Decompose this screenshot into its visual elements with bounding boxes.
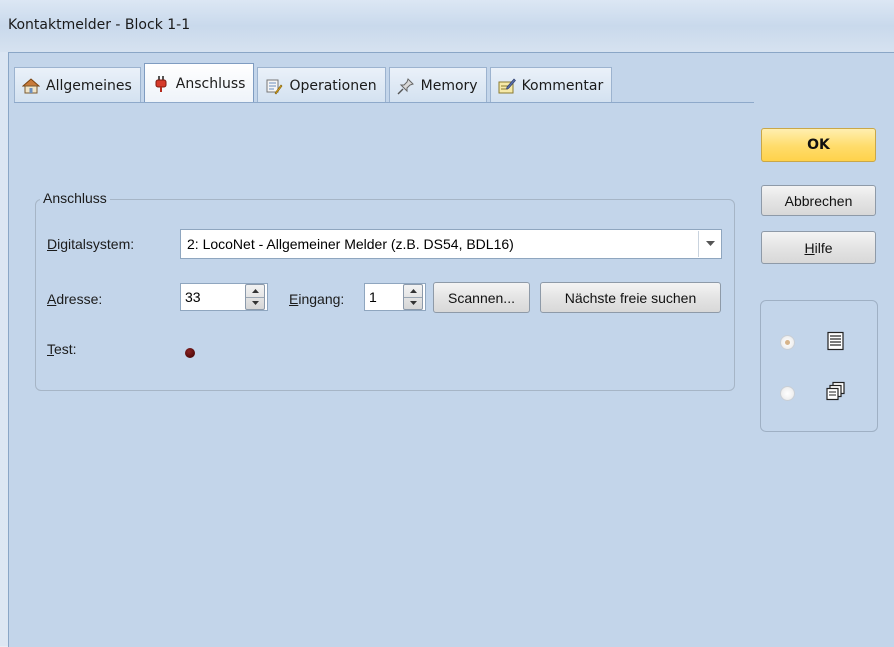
adresse-label: Adresse: (47, 291, 103, 307)
eingang-stepper[interactable]: 1 (364, 283, 426, 311)
spin-up-icon[interactable] (404, 285, 422, 297)
tab-allgemeines[interactable]: Allgemeines (14, 67, 141, 103)
spin-up-icon[interactable] (246, 285, 264, 297)
digitalsystem-value: 2: LocoNet - Allgemeiner Melder (z.B. DS… (187, 236, 514, 252)
title-bar[interactable]: Kontaktmelder - Block 1-1 (0, 0, 894, 52)
tab-label: Allgemeines (46, 77, 132, 94)
adresse-spin-buttons[interactable] (245, 284, 265, 310)
ok-button[interactable]: OK (761, 128, 876, 162)
digitalsystem-label: Digitalsystem: (47, 236, 135, 252)
eingang-spin-buttons[interactable] (403, 284, 423, 310)
list-icon[interactable] (826, 331, 846, 351)
operations-icon (265, 77, 283, 95)
tab-label: Operationen (289, 77, 377, 94)
digitalsystem-select[interactable]: 2: LocoNet - Allgemeiner Melder (z.B. DS… (180, 229, 722, 259)
view-cascade-radio[interactable] (780, 386, 795, 401)
spin-down-icon[interactable] (246, 296, 264, 310)
dropdown-arrow-icon[interactable] (698, 231, 721, 257)
plug-icon (152, 75, 170, 93)
note-icon (498, 77, 516, 95)
groupbox-title: Anschluss (40, 190, 110, 206)
tab-strip: Allgemeines Anschluss Operationen Memory… (14, 63, 615, 103)
cascade-icon[interactable] (826, 381, 846, 401)
hilfe-button[interactable]: Hilfe (761, 231, 876, 264)
eingang-label: Eingang: (289, 291, 345, 307)
dialog-window: Kontaktmelder - Block 1-1 Allgemeines An… (0, 0, 894, 647)
adresse-stepper[interactable]: 33 (180, 283, 268, 311)
tab-anschluss[interactable]: Anschluss (143, 63, 255, 103)
test-indicator-led (185, 348, 195, 358)
tab-kommentar[interactable]: Kommentar (489, 67, 613, 103)
spin-down-icon[interactable] (404, 296, 422, 310)
pin-icon (397, 77, 415, 95)
tab-label: Memory (420, 77, 478, 94)
eingang-input[interactable]: 1 (365, 289, 403, 305)
view-options-group (760, 300, 878, 432)
window-title: Kontaktmelder - Block 1-1 (8, 17, 191, 33)
abbrechen-button[interactable]: Abbrechen (761, 185, 876, 216)
naechste-freie-suchen-button[interactable]: Nächste freie suchen (540, 282, 721, 313)
tab-label: Kommentar (521, 77, 604, 94)
test-label: Test: (47, 341, 77, 357)
scannen-button[interactable]: Scannen... (433, 282, 530, 313)
tab-operationen[interactable]: Operationen (257, 67, 386, 103)
adresse-input[interactable]: 33 (181, 289, 245, 305)
tab-memory[interactable]: Memory (388, 67, 487, 103)
view-list-radio[interactable] (780, 335, 795, 350)
house-icon (22, 77, 40, 95)
tab-label: Anschluss (175, 75, 246, 92)
